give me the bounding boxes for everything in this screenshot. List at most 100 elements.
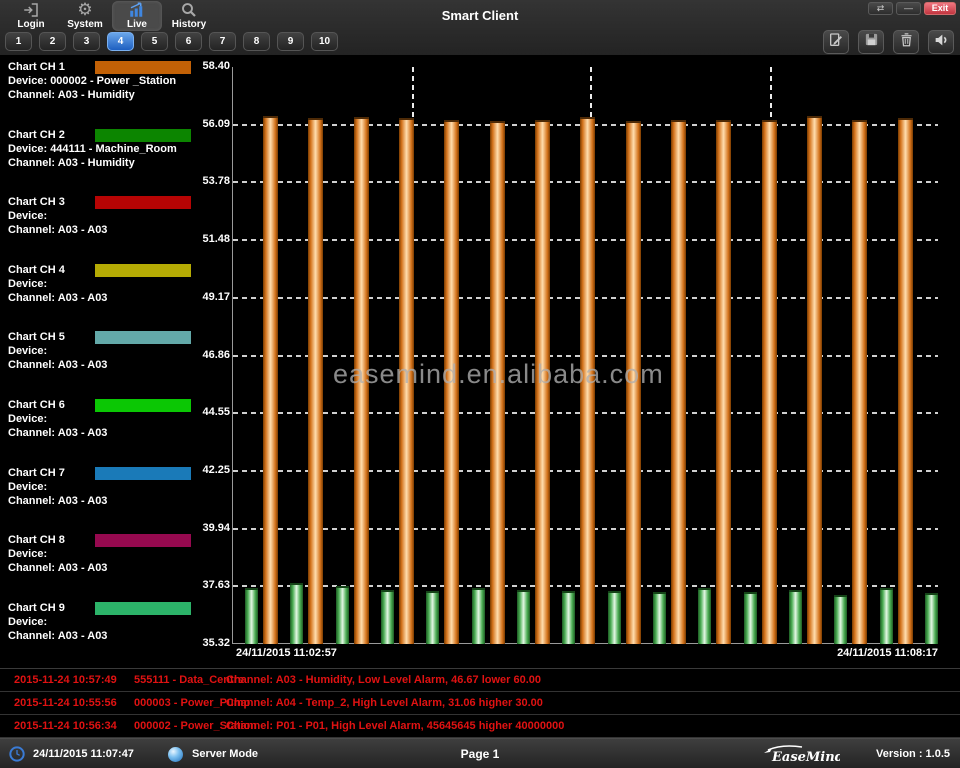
minimize-icon[interactable]: ― [896, 2, 921, 15]
channel-device: Device: [8, 616, 233, 630]
y-tick-label: 58.40 [186, 60, 230, 72]
bar-green-15 [880, 588, 893, 644]
bar-green-5 [426, 591, 439, 644]
tab-2[interactable]: 2 [39, 32, 66, 51]
bar-orange-12 [762, 120, 777, 644]
bar-orange-3 [354, 117, 369, 644]
bar-orange-6 [490, 121, 505, 644]
channel-item-8[interactable]: Chart CH 8Device:Channel: A03 - A03 [8, 534, 233, 576]
bar-orange-8 [580, 117, 595, 644]
alarm-row-1[interactable]: 2015-11-24 10:57:49555111 - Data_CentreC… [0, 669, 960, 692]
channel-color-swatch [95, 264, 191, 277]
bar-green-13 [789, 590, 802, 644]
window-controls: ⇄ ― Exit [868, 2, 956, 15]
channel-color-swatch [95, 534, 191, 547]
tab-6[interactable]: 6 [175, 32, 202, 51]
channel-item-3[interactable]: Chart CH 3Device:Channel: A03 - A03 [8, 196, 233, 238]
bar-orange-4 [399, 118, 414, 644]
gear-icon: ⚙ [60, 1, 110, 19]
alarm-row-3[interactable]: 2015-11-24 10:56:34000002 - Power_Statio… [0, 715, 960, 738]
nav-login-button[interactable]: Login [6, 1, 56, 31]
status-bar: 24/11/2015 11:07:47 Server Mode Page 1 E… [0, 738, 960, 768]
tab-8[interactable]: 8 [243, 32, 270, 51]
bar-orange-2 [308, 118, 323, 644]
time-guide-line [412, 67, 414, 125]
switch-view-icon[interactable]: ⇄ [868, 2, 893, 15]
toolbar [823, 30, 954, 54]
bar-green-1 [245, 588, 258, 644]
y-tick-label: 39.94 [186, 522, 230, 534]
y-tick-label: 51.48 [186, 233, 230, 245]
alarm-time: 2015-11-24 10:57:49 [14, 674, 117, 686]
nav-live-button[interactable]: Live [112, 1, 162, 31]
smart-client-window: Login ⚙ System Live History Smart Client… [0, 0, 960, 768]
channel-color-swatch [95, 196, 191, 209]
tab-5[interactable]: 5 [141, 32, 168, 51]
trash-icon [899, 32, 914, 52]
channel-color-swatch [95, 61, 191, 74]
tab-3[interactable]: 3 [73, 32, 100, 51]
channel-color-swatch [95, 399, 191, 412]
chart-main-area: Chart CH 1Device: 000002 - Power _Statio… [0, 57, 960, 668]
channel-channel: Channel: A03 - A03 [8, 359, 233, 373]
bar-chart-plot: easemind.en.alibaba.com [232, 67, 938, 644]
channel-color-swatch [95, 602, 191, 615]
bar-green-9 [608, 591, 621, 644]
nav-system-label: System [60, 19, 110, 30]
mute-button[interactable] [928, 30, 954, 54]
y-tick-label: 37.63 [186, 579, 230, 591]
channel-color-swatch [95, 331, 191, 344]
channel-item-2[interactable]: Chart CH 2Device: 444111 - Machine_RoomC… [8, 129, 233, 171]
time-guide-line [770, 67, 772, 125]
channel-channel: Channel: A03 - Humidity [8, 89, 233, 103]
alarm-message: Channel: A03 - Humidity, Low Level Alarm… [226, 674, 541, 686]
y-tick-label: 44.55 [186, 406, 230, 418]
save-button[interactable] [858, 30, 884, 54]
bar-green-10 [653, 592, 666, 644]
y-tick-label: 53.78 [186, 175, 230, 187]
tab-1[interactable]: 1 [5, 32, 32, 51]
tab-bar: 123456789 10 [5, 32, 338, 51]
speaker-icon [933, 32, 949, 53]
bar-green-2 [290, 583, 303, 644]
bar-orange-13 [807, 116, 822, 644]
delete-button[interactable] [893, 30, 919, 54]
bar-green-14 [834, 595, 847, 644]
y-tick-label: 46.86 [186, 349, 230, 361]
nav-history-button[interactable]: History [164, 1, 214, 31]
bar-orange-5 [444, 120, 459, 644]
bar-orange-15 [898, 118, 913, 644]
tab-10[interactable]: 10 [311, 32, 338, 51]
edit-button[interactable] [823, 30, 849, 54]
nav-history-label: History [164, 19, 214, 30]
x-axis-start-label: 24/11/2015 11:02:57 [236, 647, 337, 659]
channel-color-swatch [95, 467, 191, 480]
tab-4[interactable]: 4 [107, 32, 134, 51]
channel-channel: Channel: A03 - A03 [8, 562, 233, 576]
bar-green-7 [517, 590, 530, 644]
channel-channel: Channel: A03 - A03 [8, 495, 233, 509]
y-tick-label: 35.32 [186, 637, 230, 649]
bar-green-6 [472, 588, 485, 644]
channel-color-swatch [95, 129, 191, 142]
brand-text: EaseMind [771, 750, 840, 765]
tab-9[interactable]: 9 [277, 32, 304, 51]
alarm-row-2[interactable]: 2015-11-24 10:55:56000003 - Power_PumpCh… [0, 692, 960, 715]
bar-green-4 [381, 590, 394, 644]
tab-7[interactable]: 7 [209, 32, 236, 51]
y-tick-label: 56.09 [186, 118, 230, 130]
bar-green-12 [744, 592, 757, 644]
bar-orange-14 [852, 120, 867, 644]
save-icon [864, 32, 879, 52]
alarm-time: 2015-11-24 10:56:34 [14, 720, 117, 732]
edit-icon [828, 32, 844, 53]
login-icon [6, 1, 56, 19]
bar-green-16 [925, 593, 938, 644]
bar-green-8 [562, 591, 575, 644]
bar-orange-1 [263, 116, 278, 644]
exit-button[interactable]: Exit [924, 2, 956, 15]
channel-device: Device: [8, 481, 233, 495]
header: Login ⚙ System Live History Smart Client… [0, 0, 960, 57]
channel-device: Device: 000002 - Power _Station [8, 75, 233, 89]
nav-system-button[interactable]: ⚙ System [60, 1, 110, 31]
